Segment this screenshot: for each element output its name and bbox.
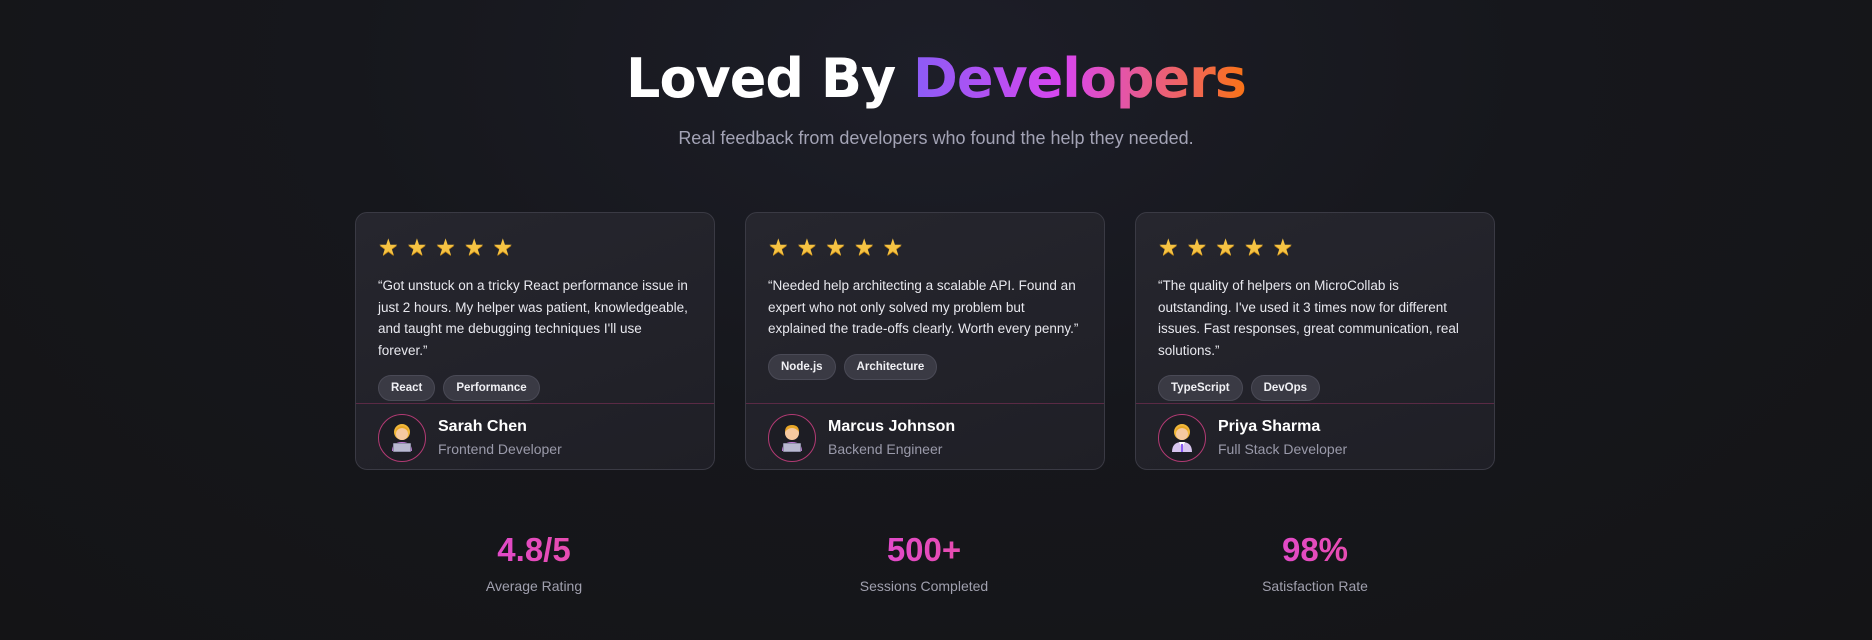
star-icon: ★	[463, 234, 485, 260]
tag-list: React Performance	[378, 375, 692, 401]
star-rating: ★ ★ ★ ★ ★	[1158, 235, 1472, 259]
stat-satisfaction-rate: 98% Satisfaction Rate	[1165, 530, 1465, 594]
star-icon: ★	[882, 234, 904, 260]
star-rating: ★ ★ ★ ★ ★	[768, 235, 1082, 259]
star-icon: ★	[1243, 234, 1265, 260]
author-footer: Priya Sharma Full Stack Developer	[1136, 403, 1494, 469]
man-technologist-icon	[782, 424, 802, 452]
tag: Node.js	[768, 353, 836, 380]
stat-average-rating: 4.8/5 Average Rating	[384, 530, 684, 594]
stat-label: Average Rating	[485, 578, 583, 594]
testimonial-card: ★ ★ ★ ★ ★ “The quality of helpers on Mic…	[1135, 212, 1495, 470]
title-main: Loved By	[626, 47, 913, 110]
avatar	[768, 413, 816, 462]
star-icon: ★	[825, 234, 846, 260]
woman-technologist-icon	[392, 423, 412, 452]
tag-list: Node.js Architecture	[768, 353, 1082, 380]
star-icon: ★	[853, 234, 875, 260]
testimonial-card: ★ ★ ★ ★ ★ “Needed help architecting a sc…	[745, 212, 1105, 470]
testimonial-quote: “Needed help architecting a scalable API…	[768, 278, 1079, 336]
star-icon: ★	[1215, 234, 1236, 260]
tag: React	[378, 375, 436, 401]
star-icon: ★	[1186, 234, 1208, 260]
stat-value: 4.8/5	[384, 530, 684, 570]
tag: TypeScript	[1158, 375, 1243, 401]
woman-office-worker-icon	[1172, 423, 1192, 452]
author-footer: Marcus Johnson Backend Engineer	[746, 403, 1104, 469]
stat-label: Sessions Completed	[859, 578, 989, 594]
section-subtitle: Real feedback from developers who found …	[678, 128, 1194, 148]
author-role: Full Stack Developer	[1218, 440, 1348, 457]
star-icon: ★	[406, 234, 428, 260]
star-icon: ★	[1272, 234, 1294, 260]
stat-sessions-completed: 500+ Sessions Completed	[774, 530, 1074, 594]
stat-value: 500+	[774, 530, 1074, 570]
testimonial-card: ★ ★ ★ ★ ★ “Got unstuck on a tricky React…	[355, 212, 715, 470]
star-icon: ★	[1158, 234, 1179, 260]
tag: Architecture	[843, 353, 938, 380]
avatar	[1158, 413, 1206, 462]
author-name: Priya Sharma	[1218, 417, 1321, 435]
avatar	[378, 413, 426, 462]
author-footer: Sarah Chen Frontend Developer	[356, 403, 714, 469]
testimonial-quote: “The quality of helpers on MicroCollab i…	[1158, 278, 1459, 358]
star-icon: ★	[435, 234, 456, 260]
title-accent: Developers	[913, 47, 1247, 110]
star-icon: ★	[378, 234, 399, 260]
star-icon: ★	[796, 234, 818, 260]
testimonial-quote: “Got unstuck on a tricky React performan…	[378, 278, 688, 358]
star-icon: ★	[492, 234, 514, 260]
stat-label: Satisfaction Rate	[1262, 578, 1368, 594]
tag-list: TypeScript DevOps	[1158, 375, 1472, 401]
tag: Performance	[443, 375, 540, 401]
star-rating: ★ ★ ★ ★ ★	[378, 235, 692, 259]
section-title: Loved By Developers	[0, 44, 1872, 114]
stat-value: 98%	[1165, 530, 1465, 570]
author-name: Marcus Johnson	[828, 417, 956, 435]
tag: DevOps	[1250, 375, 1321, 401]
section-header: Loved By Developers Real feedback from d…	[0, 44, 1872, 149]
author-name: Sarah Chen	[438, 417, 527, 435]
author-role: Backend Engineer	[828, 440, 943, 457]
author-role: Frontend Developer	[438, 440, 562, 457]
star-icon: ★	[768, 234, 789, 260]
testimonial-cards: ★ ★ ★ ★ ★ “Got unstuck on a tricky React…	[355, 212, 1495, 470]
